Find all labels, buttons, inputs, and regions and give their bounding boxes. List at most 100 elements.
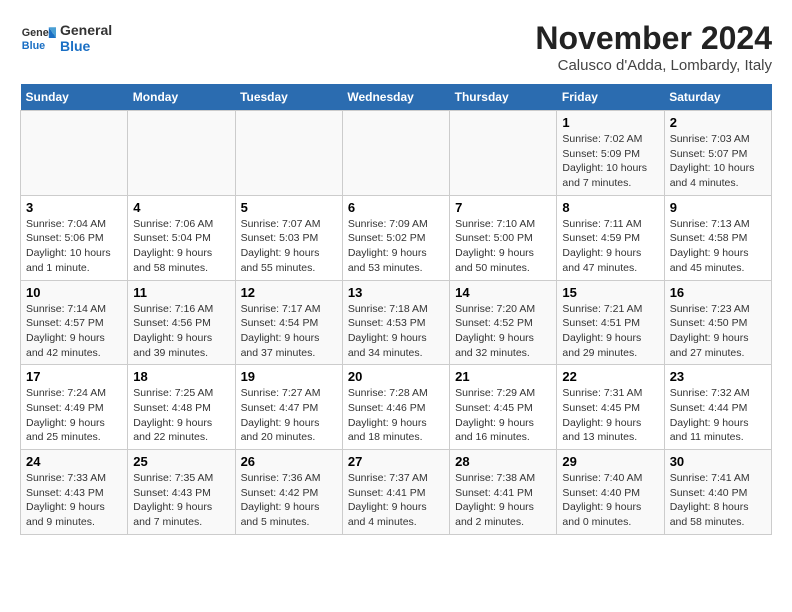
- calendar-cell: 10Sunrise: 7:14 AM Sunset: 4:57 PM Dayli…: [21, 280, 128, 365]
- calendar-week-1: 1 Sunrise: 7:02 AM Sunset: 5:09 PM Daylig…: [21, 111, 772, 196]
- page-header: General Blue General Blue November 2024 …: [20, 20, 772, 74]
- day-number: 1: [562, 115, 658, 130]
- day-number: 20: [348, 369, 444, 384]
- calendar-cell: 25 Sunrise: 7:35 AM Sunset: 4:43 PM Dayli…: [128, 450, 235, 535]
- calendar-cell: 26 Sunrise: 7:36 AM Sunset: 4:42 PM Dayli…: [235, 450, 342, 535]
- day-number: 18: [133, 369, 229, 384]
- day-number: 5: [241, 200, 337, 215]
- day-number: 21: [455, 369, 551, 384]
- day-info: Sunrise: 7:07 AM Sunset: 5:03 PM Dayligh…: [241, 217, 337, 276]
- calendar-cell: 6Sunrise: 7:09 AM Sunset: 5:02 PM Daylig…: [342, 195, 449, 280]
- calendar-cell: 9 Sunrise: 7:13 AM Sunset: 4:58 PM Daylig…: [664, 195, 771, 280]
- calendar-cell: [450, 111, 557, 196]
- day-info: Sunrise: 7:37 AM Sunset: 4:41 PM Dayligh…: [348, 471, 444, 530]
- day-info: Sunrise: 7:13 AM Sunset: 4:58 PM Dayligh…: [670, 217, 766, 276]
- calendar-cell: 12 Sunrise: 7:17 AM Sunset: 4:54 PM Dayli…: [235, 280, 342, 365]
- day-info: Sunrise: 7:06 AM Sunset: 5:04 PM Dayligh…: [133, 217, 229, 276]
- calendar-cell: 11 Sunrise: 7:16 AM Sunset: 4:56 PM Dayli…: [128, 280, 235, 365]
- calendar-table: SundayMondayTuesdayWednesdayThursdayFrid…: [20, 84, 772, 535]
- logo-blue: Blue: [60, 38, 112, 54]
- day-info: Sunrise: 7:24 AM Sunset: 4:49 PM Dayligh…: [26, 386, 122, 445]
- calendar-cell: 17Sunrise: 7:24 AM Sunset: 4:49 PM Dayli…: [21, 365, 128, 450]
- day-info: Sunrise: 7:03 AM Sunset: 5:07 PM Dayligh…: [670, 132, 766, 191]
- day-info: Sunrise: 7:28 AM Sunset: 4:46 PM Dayligh…: [348, 386, 444, 445]
- logo: General Blue General Blue: [20, 20, 112, 56]
- weekday-header-wednesday: Wednesday: [342, 84, 449, 111]
- calendar-cell: 24 Sunrise: 7:33 AM Sunset: 4:43 PM Dayli…: [21, 450, 128, 535]
- weekday-header-sunday: Sunday: [21, 84, 128, 111]
- day-info: Sunrise: 7:04 AM Sunset: 5:06 PM Dayligh…: [26, 217, 122, 276]
- calendar-cell: 19 Sunrise: 7:27 AM Sunset: 4:47 PM Dayli…: [235, 365, 342, 450]
- day-info: Sunrise: 7:17 AM Sunset: 4:54 PM Dayligh…: [241, 302, 337, 361]
- day-info: Sunrise: 7:40 AM Sunset: 4:40 PM Dayligh…: [562, 471, 658, 530]
- location-title: Calusco d'Adda, Lombardy, Italy: [535, 57, 772, 74]
- calendar-header-row: SundayMondayTuesdayWednesdayThursdayFrid…: [21, 84, 772, 111]
- day-info: Sunrise: 7:14 AM Sunset: 4:57 PM Dayligh…: [26, 302, 122, 361]
- day-info: Sunrise: 7:16 AM Sunset: 4:56 PM Dayligh…: [133, 302, 229, 361]
- title-area: November 2024 Calusco d'Adda, Lombardy, …: [535, 20, 772, 74]
- day-info: Sunrise: 7:21 AM Sunset: 4:51 PM Dayligh…: [562, 302, 658, 361]
- day-number: 7: [455, 200, 551, 215]
- day-info: Sunrise: 7:35 AM Sunset: 4:43 PM Dayligh…: [133, 471, 229, 530]
- day-number: 25: [133, 454, 229, 469]
- day-number: 26: [241, 454, 337, 469]
- day-number: 15: [562, 285, 658, 300]
- logo-icon: General Blue: [20, 20, 56, 56]
- calendar-cell: 15 Sunrise: 7:21 AM Sunset: 4:51 PM Dayli…: [557, 280, 664, 365]
- day-info: Sunrise: 7:33 AM Sunset: 4:43 PM Dayligh…: [26, 471, 122, 530]
- day-info: Sunrise: 7:38 AM Sunset: 4:41 PM Dayligh…: [455, 471, 551, 530]
- calendar-cell: 3 Sunrise: 7:04 AM Sunset: 5:06 PM Daylig…: [21, 195, 128, 280]
- calendar-cell: 1 Sunrise: 7:02 AM Sunset: 5:09 PM Daylig…: [557, 111, 664, 196]
- calendar-cell: 2Sunrise: 7:03 AM Sunset: 5:07 PM Daylig…: [664, 111, 771, 196]
- day-info: Sunrise: 7:27 AM Sunset: 4:47 PM Dayligh…: [241, 386, 337, 445]
- day-number: 24: [26, 454, 122, 469]
- day-info: Sunrise: 7:25 AM Sunset: 4:48 PM Dayligh…: [133, 386, 229, 445]
- calendar-cell: 16Sunrise: 7:23 AM Sunset: 4:50 PM Dayli…: [664, 280, 771, 365]
- calendar-cell: 27 Sunrise: 7:37 AM Sunset: 4:41 PM Dayli…: [342, 450, 449, 535]
- day-number: 12: [241, 285, 337, 300]
- day-number: 8: [562, 200, 658, 215]
- day-info: Sunrise: 7:29 AM Sunset: 4:45 PM Dayligh…: [455, 386, 551, 445]
- day-info: Sunrise: 7:32 AM Sunset: 4:44 PM Dayligh…: [670, 386, 766, 445]
- day-info: Sunrise: 7:02 AM Sunset: 5:09 PM Dayligh…: [562, 132, 658, 191]
- calendar-week-4: 17Sunrise: 7:24 AM Sunset: 4:49 PM Dayli…: [21, 365, 772, 450]
- calendar-cell: 21 Sunrise: 7:29 AM Sunset: 4:45 PM Dayli…: [450, 365, 557, 450]
- calendar-cell: [235, 111, 342, 196]
- day-number: 30: [670, 454, 766, 469]
- calendar-cell: 18 Sunrise: 7:25 AM Sunset: 4:48 PM Dayli…: [128, 365, 235, 450]
- calendar-cell: [128, 111, 235, 196]
- day-info: Sunrise: 7:11 AM Sunset: 4:59 PM Dayligh…: [562, 217, 658, 276]
- calendar-cell: 28Sunrise: 7:38 AM Sunset: 4:41 PM Dayli…: [450, 450, 557, 535]
- day-info: Sunrise: 7:36 AM Sunset: 4:42 PM Dayligh…: [241, 471, 337, 530]
- day-info: Sunrise: 7:10 AM Sunset: 5:00 PM Dayligh…: [455, 217, 551, 276]
- day-info: Sunrise: 7:18 AM Sunset: 4:53 PM Dayligh…: [348, 302, 444, 361]
- weekday-header-monday: Monday: [128, 84, 235, 111]
- calendar-week-2: 3 Sunrise: 7:04 AM Sunset: 5:06 PM Daylig…: [21, 195, 772, 280]
- day-number: 13: [348, 285, 444, 300]
- day-number: 9: [670, 200, 766, 215]
- calendar-cell: 22 Sunrise: 7:31 AM Sunset: 4:45 PM Dayli…: [557, 365, 664, 450]
- day-number: 14: [455, 285, 551, 300]
- calendar-cell: 23Sunrise: 7:32 AM Sunset: 4:44 PM Dayli…: [664, 365, 771, 450]
- weekday-header-tuesday: Tuesday: [235, 84, 342, 111]
- calendar-week-5: 24 Sunrise: 7:33 AM Sunset: 4:43 PM Dayli…: [21, 450, 772, 535]
- day-info: Sunrise: 7:31 AM Sunset: 4:45 PM Dayligh…: [562, 386, 658, 445]
- day-number: 4: [133, 200, 229, 215]
- day-number: 29: [562, 454, 658, 469]
- calendar-cell: 13 Sunrise: 7:18 AM Sunset: 4:53 PM Dayli…: [342, 280, 449, 365]
- calendar-cell: 7 Sunrise: 7:10 AM Sunset: 5:00 PM Daylig…: [450, 195, 557, 280]
- day-info: Sunrise: 7:09 AM Sunset: 5:02 PM Dayligh…: [348, 217, 444, 276]
- day-number: 11: [133, 285, 229, 300]
- logo-general: General: [60, 22, 112, 38]
- svg-text:Blue: Blue: [22, 40, 45, 52]
- calendar-cell: 8 Sunrise: 7:11 AM Sunset: 4:59 PM Daylig…: [557, 195, 664, 280]
- day-number: 19: [241, 369, 337, 384]
- weekday-header-friday: Friday: [557, 84, 664, 111]
- day-info: Sunrise: 7:20 AM Sunset: 4:52 PM Dayligh…: [455, 302, 551, 361]
- calendar-cell: 29 Sunrise: 7:40 AM Sunset: 4:40 PM Dayli…: [557, 450, 664, 535]
- calendar-cell: 5 Sunrise: 7:07 AM Sunset: 5:03 PM Daylig…: [235, 195, 342, 280]
- day-number: 3: [26, 200, 122, 215]
- day-number: 27: [348, 454, 444, 469]
- day-number: 22: [562, 369, 658, 384]
- calendar-cell: 30Sunrise: 7:41 AM Sunset: 4:40 PM Dayli…: [664, 450, 771, 535]
